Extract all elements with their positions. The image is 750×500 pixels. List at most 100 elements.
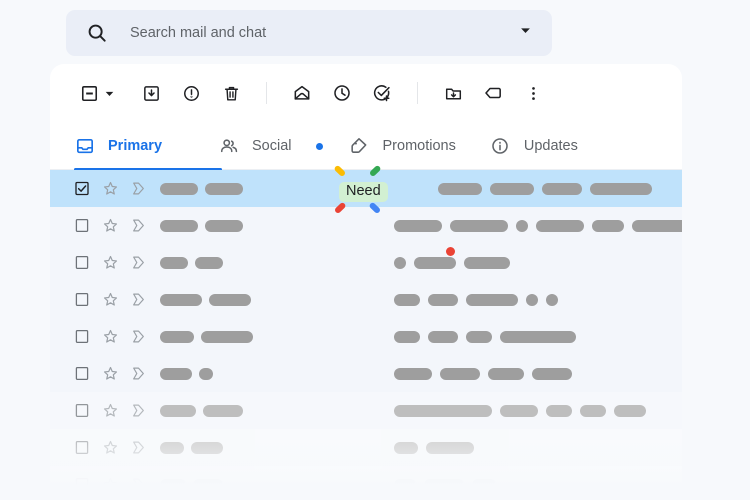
placeholder-pill <box>466 330 492 343</box>
subject-placeholder <box>394 219 682 232</box>
placeholder-pill <box>488 367 524 380</box>
row-checkbox[interactable] <box>74 292 90 308</box>
mark-as-read-open-envelope-icon[interactable] <box>289 80 315 106</box>
subject-placeholder <box>394 256 510 269</box>
placeholder-pill <box>472 478 496 491</box>
trash-icon[interactable] <box>218 80 244 106</box>
important-marker-icon[interactable] <box>130 180 147 197</box>
star-icon[interactable] <box>102 476 119 493</box>
star-icon[interactable] <box>102 291 119 308</box>
subject-placeholder <box>394 404 646 417</box>
table-row[interactable] <box>50 466 682 500</box>
row-checkbox-checked[interactable] <box>74 181 90 197</box>
important-marker-icon[interactable] <box>130 217 147 234</box>
table-row[interactable] <box>50 281 682 318</box>
placeholder-pill <box>592 219 624 232</box>
sender-placeholder <box>160 404 243 417</box>
sender-placeholder <box>160 256 223 269</box>
subject-placeholder <box>394 478 496 491</box>
placeholder-pill <box>536 219 584 232</box>
important-marker-icon[interactable] <box>130 476 147 493</box>
placeholder-pill <box>428 293 458 306</box>
row-checkbox[interactable] <box>74 477 90 493</box>
placeholder-pill <box>201 330 253 343</box>
placeholder-pill <box>394 256 406 269</box>
search-input[interactable] <box>128 24 518 42</box>
table-row[interactable] <box>50 429 682 466</box>
search-bar[interactable] <box>66 10 552 56</box>
labels-tag-icon[interactable] <box>480 80 506 106</box>
table-row[interactable] <box>50 392 682 429</box>
placeholder-pill <box>193 478 223 491</box>
search-options-chevron-down-icon[interactable] <box>518 23 533 43</box>
placeholder-pill <box>526 293 538 306</box>
star-icon[interactable] <box>102 217 119 234</box>
row-checkbox[interactable] <box>74 366 90 382</box>
sender-placeholder <box>160 478 223 491</box>
placeholder-pill <box>195 256 223 269</box>
placeholder-pill <box>191 441 223 454</box>
star-icon[interactable] <box>102 254 119 271</box>
toolbar-divider <box>266 82 267 104</box>
important-marker-icon[interactable] <box>130 328 147 345</box>
placeholder-pill <box>160 256 188 269</box>
report-spam-icon[interactable] <box>178 80 204 106</box>
social-unread-badge <box>315 142 323 150</box>
placeholder-pill <box>500 330 576 343</box>
table-row[interactable] <box>50 244 682 281</box>
row-checkbox[interactable] <box>74 218 90 234</box>
placeholder-pill <box>394 404 492 417</box>
subject-placeholder <box>394 441 474 454</box>
row-checkbox[interactable] <box>74 403 90 419</box>
placeholder-pill <box>438 182 482 195</box>
important-marker-icon[interactable] <box>130 365 147 382</box>
tab-social[interactable]: Social <box>218 122 292 170</box>
more-options-vertical-icon[interactable] <box>520 80 546 106</box>
placeholder-pill <box>590 182 652 195</box>
table-row[interactable] <box>50 318 682 355</box>
placeholder-pill <box>546 404 572 417</box>
placeholder-pill <box>500 404 538 417</box>
star-icon[interactable] <box>102 402 119 419</box>
select-all-chevron-down-icon[interactable] <box>102 86 116 100</box>
add-to-tasks-check-circle-plus-icon[interactable] <box>369 80 395 106</box>
sender-placeholder <box>160 293 251 306</box>
important-marker-icon[interactable] <box>130 439 147 456</box>
row-checkbox[interactable] <box>74 440 90 456</box>
placeholder-pill <box>394 441 418 454</box>
table-row[interactable] <box>50 355 682 392</box>
important-marker-icon[interactable] <box>130 254 147 271</box>
placeholder-pill <box>160 293 202 306</box>
select-all-checkbox[interactable] <box>76 80 102 106</box>
placeholder-pill <box>464 256 510 269</box>
tab-promotions[interactable]: Promotions <box>349 122 456 170</box>
placeholder-pill <box>440 367 480 380</box>
placeholder-pill <box>546 293 558 306</box>
star-icon[interactable] <box>102 439 119 456</box>
tab-social-label: Social <box>252 138 292 154</box>
move-to-folder-icon[interactable] <box>440 80 466 106</box>
important-marker-icon[interactable] <box>130 402 147 419</box>
placeholder-pill <box>490 182 534 195</box>
tab-updates-label: Updates <box>523 138 578 154</box>
row-checkbox[interactable] <box>74 255 90 271</box>
tab-updates[interactable]: Updates <box>490 122 578 170</box>
important-marker-icon[interactable] <box>130 291 147 308</box>
star-icon[interactable] <box>102 328 119 345</box>
tab-primary[interactable]: Primary <box>74 122 162 170</box>
sender-placeholder <box>160 330 253 343</box>
sender-placeholder <box>160 367 213 380</box>
mail-panel: Primary Social Promotions Updates <box>50 64 682 500</box>
star-icon[interactable] <box>102 365 119 382</box>
row-checkbox[interactable] <box>74 329 90 345</box>
placeholder-pill <box>394 478 416 491</box>
archive-icon[interactable] <box>138 80 164 106</box>
snooze-clock-icon[interactable] <box>329 80 355 106</box>
subject-placeholder <box>394 330 576 343</box>
star-icon[interactable] <box>102 180 119 197</box>
sender-placeholder <box>160 182 243 195</box>
sparkle-red-icon <box>333 201 347 214</box>
placeholder-pill <box>414 256 456 269</box>
subject-placeholder <box>394 293 558 306</box>
placeholder-pill <box>394 367 432 380</box>
